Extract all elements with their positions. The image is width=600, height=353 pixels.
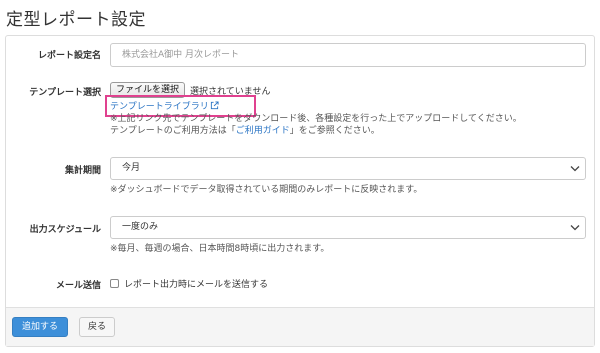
add-button[interactable]: 追加する bbox=[12, 317, 69, 337]
period-help: ※ダッシュボードでデータ取得されている期間のみレポートに反映されます。 bbox=[110, 185, 423, 195]
chevron-down-icon bbox=[570, 225, 580, 231]
back-button[interactable]: 戻る bbox=[79, 317, 116, 337]
usage-guide-link[interactable]: ご利用ガイド bbox=[236, 126, 290, 136]
schedule-selected-value: 一度のみ bbox=[122, 222, 159, 232]
template-library-link[interactable]: テンプレートライブラリ bbox=[110, 99, 219, 112]
page-title: 定型レポート設定 bbox=[6, 10, 146, 30]
report-name-label: レポート設定名 bbox=[37, 51, 101, 61]
template-label: テンプレート選択 bbox=[29, 88, 101, 98]
schedule-help: ※毎月、毎週の場合、日本時間8時頃に出力されます。 bbox=[110, 244, 330, 254]
report-name-input[interactable]: 株式会社A御中 月次レポート bbox=[110, 43, 586, 67]
template-library-link-text: テンプレートライブラリ bbox=[110, 102, 209, 112]
chevron-down-icon bbox=[570, 166, 580, 172]
template-help-prefix: テンプレートのご利用方法は「 bbox=[110, 126, 236, 136]
external-link-icon bbox=[210, 101, 219, 110]
period-selected-value: 今月 bbox=[122, 163, 141, 173]
report-settings-form: レポート設定名 株式会社A御中 月次レポート テンプレート選択 ファイルを選択 … bbox=[5, 35, 595, 347]
template-help-line2: テンプレートのご利用方法は「ご利用ガイド」をご参照ください。 bbox=[110, 125, 380, 137]
schedule-select[interactable]: 一度のみ bbox=[110, 216, 586, 239]
report-name-placeholder: 株式会社A御中 月次レポート bbox=[122, 50, 240, 60]
schedule-label: 出力スケジュール bbox=[29, 225, 101, 235]
email-checkbox[interactable] bbox=[110, 279, 119, 288]
period-select[interactable]: 今月 bbox=[110, 157, 586, 180]
email-label: メール送信 bbox=[55, 281, 101, 291]
email-checkbox-label[interactable]: レポート出力時にメールを送信する bbox=[124, 277, 268, 290]
form-footer: 追加する 戻る bbox=[6, 307, 594, 346]
period-label: 集計期間 bbox=[64, 166, 101, 176]
template-help-line1: ※上記リンク先でテンプレートをダウンロード後、各種設定を行った上でアップロードし… bbox=[110, 114, 522, 124]
template-help-suffix: 」をご参照ください。 bbox=[289, 126, 380, 136]
